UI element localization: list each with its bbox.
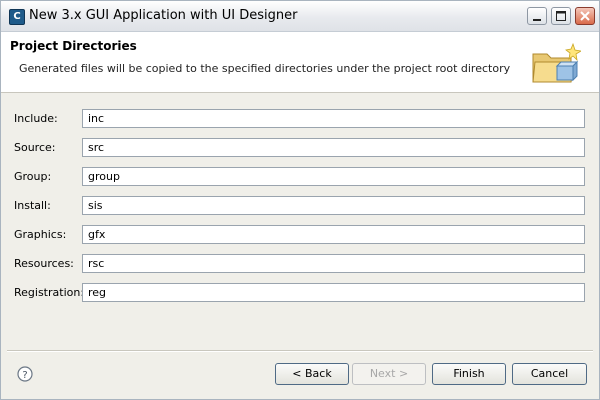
next-button[interactable]: Next > — [352, 363, 426, 385]
close-icon — [580, 11, 590, 21]
directories-form: Include: Source: Group: Install: Graphic… — [1, 93, 599, 349]
maximize-button[interactable] — [551, 7, 571, 25]
graphics-field[interactable] — [82, 225, 585, 244]
back-button[interactable]: < Back — [275, 363, 349, 385]
resources-field[interactable] — [82, 254, 585, 273]
wizard-window: C New 3.x GUI Application with UI Design… — [0, 0, 600, 400]
graphics-label: Graphics: — [14, 228, 67, 241]
resources-label: Resources: — [14, 257, 74, 270]
button-bar-separator — [7, 350, 593, 352]
page-description: Generated files will be copied to the sp… — [19, 62, 511, 75]
title-bar[interactable]: C New 3.x GUI Application with UI Design… — [1, 1, 599, 32]
install-label: Install: — [14, 199, 51, 212]
window-title: New 3.x GUI Application with UI Designer — [29, 8, 298, 23]
minimize-button[interactable] — [527, 7, 547, 25]
include-label: Include: — [14, 112, 58, 125]
registration-label: Registration: — [14, 286, 85, 299]
include-field[interactable] — [82, 109, 585, 128]
svg-text:?: ? — [22, 370, 27, 381]
cancel-button[interactable]: Cancel — [512, 363, 587, 385]
finish-button[interactable]: Finish — [432, 363, 506, 385]
page-title: Project Directories — [10, 39, 137, 53]
minimize-icon — [533, 19, 541, 21]
registration-row: Registration: — [1, 282, 599, 304]
group-label: Group: — [14, 170, 52, 183]
close-button[interactable] — [575, 7, 595, 25]
install-field[interactable] — [82, 196, 585, 215]
include-row: Include: — [1, 108, 599, 130]
source-field[interactable] — [82, 138, 585, 157]
help-icon[interactable]: ? — [17, 366, 33, 382]
graphics-row: Graphics: — [1, 224, 599, 246]
maximize-icon — [556, 11, 566, 21]
registration-field[interactable] — [82, 283, 585, 302]
source-label: Source: — [14, 141, 56, 154]
resources-row: Resources: — [1, 253, 599, 275]
group-row: Group: — [1, 166, 599, 188]
group-field[interactable] — [82, 167, 585, 186]
folder-new-icon — [532, 42, 581, 83]
source-row: Source: — [1, 137, 599, 159]
install-row: Install: — [1, 195, 599, 217]
wizard-header: Project Directories Generated files will… — [1, 32, 599, 93]
app-icon: C — [9, 9, 25, 25]
